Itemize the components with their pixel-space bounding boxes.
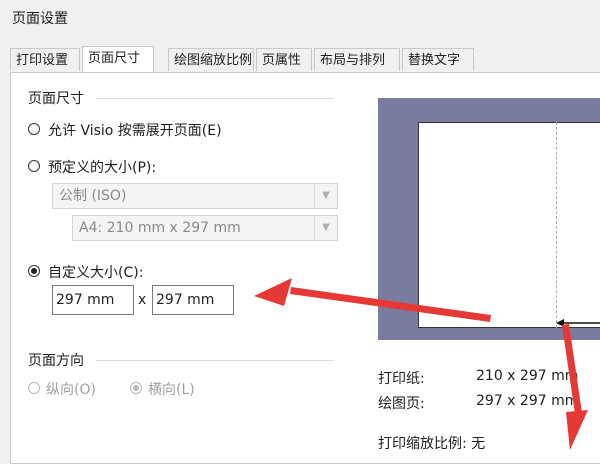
orientation-group-label: 页面方向 xyxy=(28,353,84,369)
predefined-standard-value: 公制 (ISO) xyxy=(59,188,127,204)
predefined-paper-select: A4: 210 mm x 297 mm ▼ xyxy=(72,215,338,241)
drawing-page-value: 297 x 297 mm xyxy=(476,393,579,409)
preview-paper xyxy=(418,122,600,328)
custom-width-input[interactable]: 297 mm xyxy=(52,285,134,315)
printer-paper-value: 210 x 297 mm xyxy=(476,368,579,384)
chevron-down-icon: ▼ xyxy=(314,216,337,240)
tab-layout-routing[interactable]: 布局与排列 xyxy=(314,48,400,71)
page-size-divider xyxy=(96,98,334,99)
custom-height-input[interactable]: 297 mm xyxy=(152,285,234,315)
option-expand-page-label[interactable]: 允许 Visio 按需展开页面(E) xyxy=(48,120,222,140)
page-size-group-label: 页面尺寸 xyxy=(28,91,84,107)
radio-expand-page[interactable] xyxy=(28,123,40,135)
tab-page-properties[interactable]: 页属性 xyxy=(256,48,312,71)
option-portrait-label[interactable]: 纵向(O) xyxy=(46,379,96,399)
tab-alt-text[interactable]: 替换文字 xyxy=(402,48,474,71)
tab-print-setup[interactable]: 打印设置 xyxy=(10,48,80,71)
radio-predefined-size[interactable] xyxy=(28,160,40,172)
radio-landscape[interactable] xyxy=(130,382,142,394)
option-landscape-label[interactable]: 横向(L) xyxy=(148,379,195,399)
preview-page-break-line xyxy=(556,122,557,328)
printer-paper-label: 打印纸: xyxy=(378,371,425,387)
radio-portrait[interactable] xyxy=(28,382,40,394)
drawing-page-label: 绘图页: xyxy=(378,396,425,412)
tab-strip: 打印设置 页面尺寸 绘图缩放比例 页属性 布局与排列 替换文字 xyxy=(10,46,600,72)
preview-dimension-arrow-icon xyxy=(556,319,600,327)
orientation-divider xyxy=(96,360,334,361)
dialog-title: 页面设置 xyxy=(12,11,68,27)
tab-drawing-scale[interactable]: 绘图缩放比例 xyxy=(168,48,254,71)
predefined-paper-value: A4: 210 mm x 297 mm xyxy=(79,220,241,236)
print-zoom-label: 打印缩放比例: 无 xyxy=(378,436,486,452)
times-sign: x xyxy=(138,292,147,308)
radio-custom-size[interactable] xyxy=(28,265,40,277)
chevron-down-icon: ▼ xyxy=(314,184,337,208)
tab-page-size[interactable]: 页面尺寸 xyxy=(82,46,154,72)
option-predefined-size-label[interactable]: 预定义的大小(P): xyxy=(48,157,156,177)
predefined-standard-select: 公制 (ISO) ▼ xyxy=(52,183,338,209)
option-custom-size-label[interactable]: 自定义大小(C): xyxy=(48,262,143,282)
